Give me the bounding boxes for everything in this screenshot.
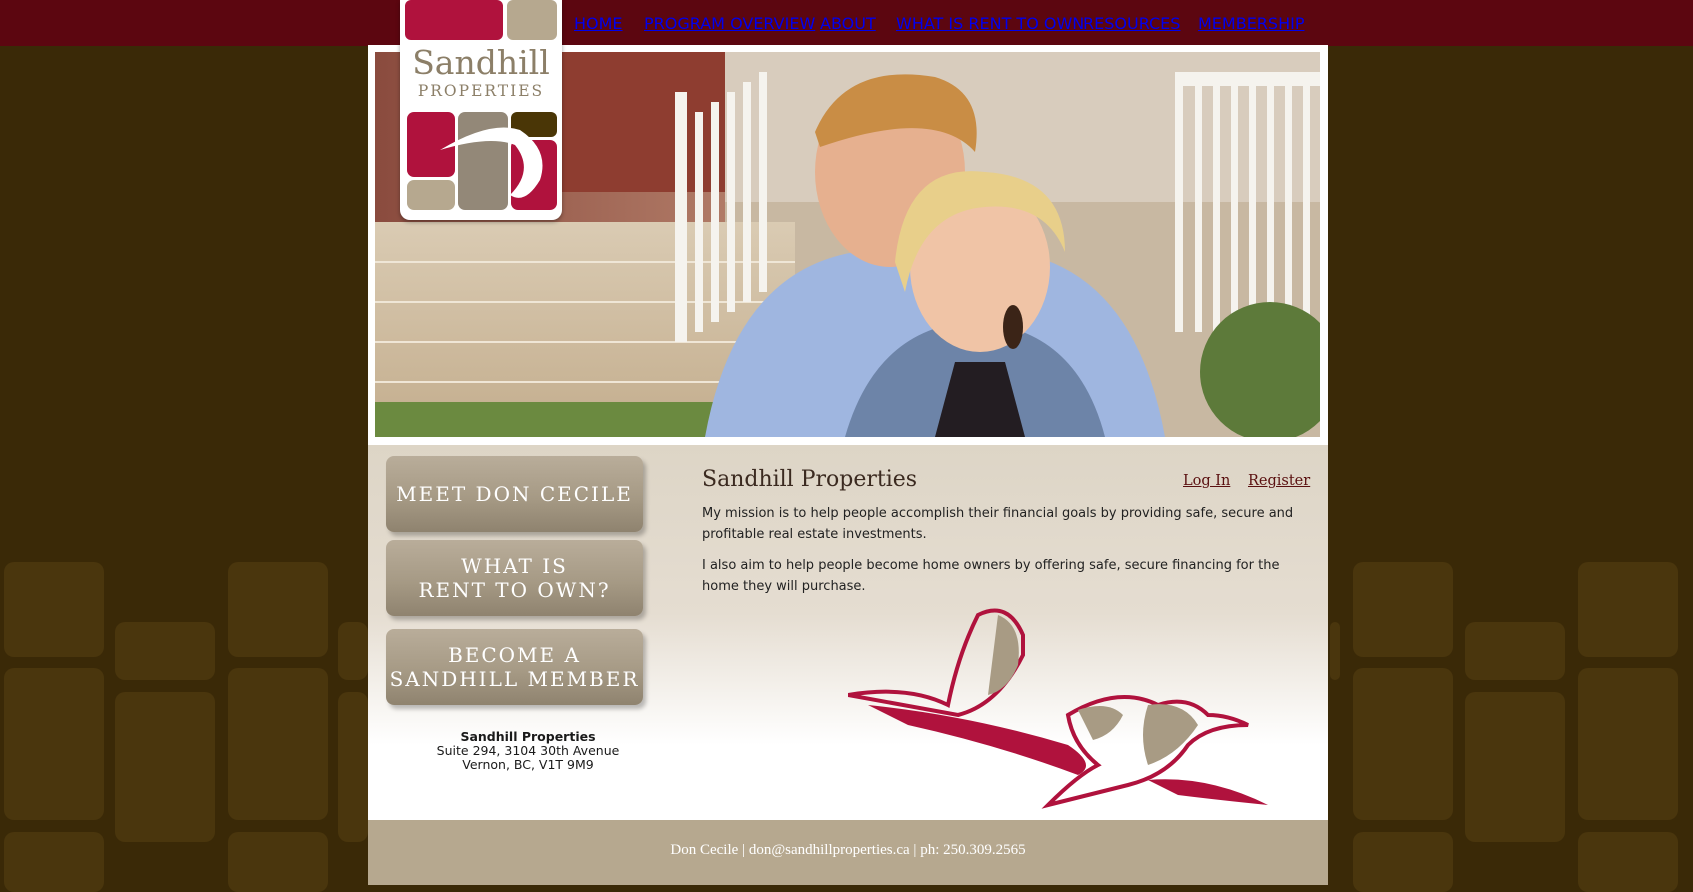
footer-phone: ph: 250.309.2565 — [920, 842, 1026, 858]
address-name: Sandhill Properties — [460, 729, 596, 744]
top-navigation-bar: HOME PROGRAM OVERVIEW ABOUT WHAT IS RENT… — [0, 0, 1693, 46]
footer-separator: | — [738, 842, 749, 858]
nav-resources[interactable]: RESOURCES — [1083, 0, 1180, 46]
nav-what-is-rent-to-own[interactable]: WHAT IS RENT TO OWN — [896, 0, 1084, 46]
address-city: Vernon, BC, V1T 9M9 — [462, 757, 594, 772]
register-link[interactable]: Register — [1248, 473, 1310, 489]
aim-paragraph: I also aim to help people become home ow… — [702, 558, 1280, 594]
footer: Don Cecile | don@sandhillproperties.ca |… — [368, 820, 1328, 885]
nav-about[interactable]: ABOUT — [820, 0, 876, 46]
logo-mark — [405, 0, 557, 210]
footer-separator: | — [909, 842, 921, 858]
nav-program-overview[interactable]: PROGRAM OVERVIEW — [644, 0, 815, 46]
footer-contact: Don Cecile | don@sandhillproperties.ca |… — [368, 842, 1328, 859]
sandhill-logo[interactable]: Sandhill PROPERTIES — [400, 0, 562, 220]
nav-membership[interactable]: MEMBERSHIP — [1198, 0, 1304, 46]
logo-wordmark: Sandhill — [412, 43, 550, 82]
button-label-line1: WHAT IS — [461, 554, 568, 578]
button-label-line2: SANDHILL MEMBER — [389, 667, 640, 691]
button-label-line2: RENT TO OWN? — [418, 578, 611, 602]
content-area: MEET DON CECILE WHAT IS RENT TO OWN? BEC… — [368, 445, 1328, 820]
what-is-rent-to-own-button[interactable]: WHAT IS RENT TO OWN? — [386, 540, 643, 616]
button-label: MEET DON CECILE — [396, 482, 633, 506]
company-address: Sandhill Properties Suite 294, 3104 30th… — [428, 730, 628, 772]
footer-email-link[interactable]: don@sandhillproperties.ca — [749, 842, 910, 858]
sandhill-cranes-illustration — [848, 608, 1268, 809]
meet-don-cecile-button[interactable]: MEET DON CECILE — [386, 456, 643, 532]
become-member-button[interactable]: BECOME A SANDHILL MEMBER — [386, 629, 643, 705]
logo-subtitle: PROPERTIES — [417, 82, 545, 100]
mission-paragraph: My mission is to help people accomplish … — [702, 506, 1294, 542]
address-street: Suite 294, 3104 30th Avenue — [436, 743, 620, 758]
nav-home[interactable]: HOME — [574, 0, 623, 46]
button-label-line1: BECOME A — [448, 643, 581, 667]
page-title: Sandhill Properties — [702, 467, 918, 492]
login-link[interactable]: Log In — [1183, 473, 1230, 489]
footer-name: Don Cecile — [670, 842, 739, 858]
